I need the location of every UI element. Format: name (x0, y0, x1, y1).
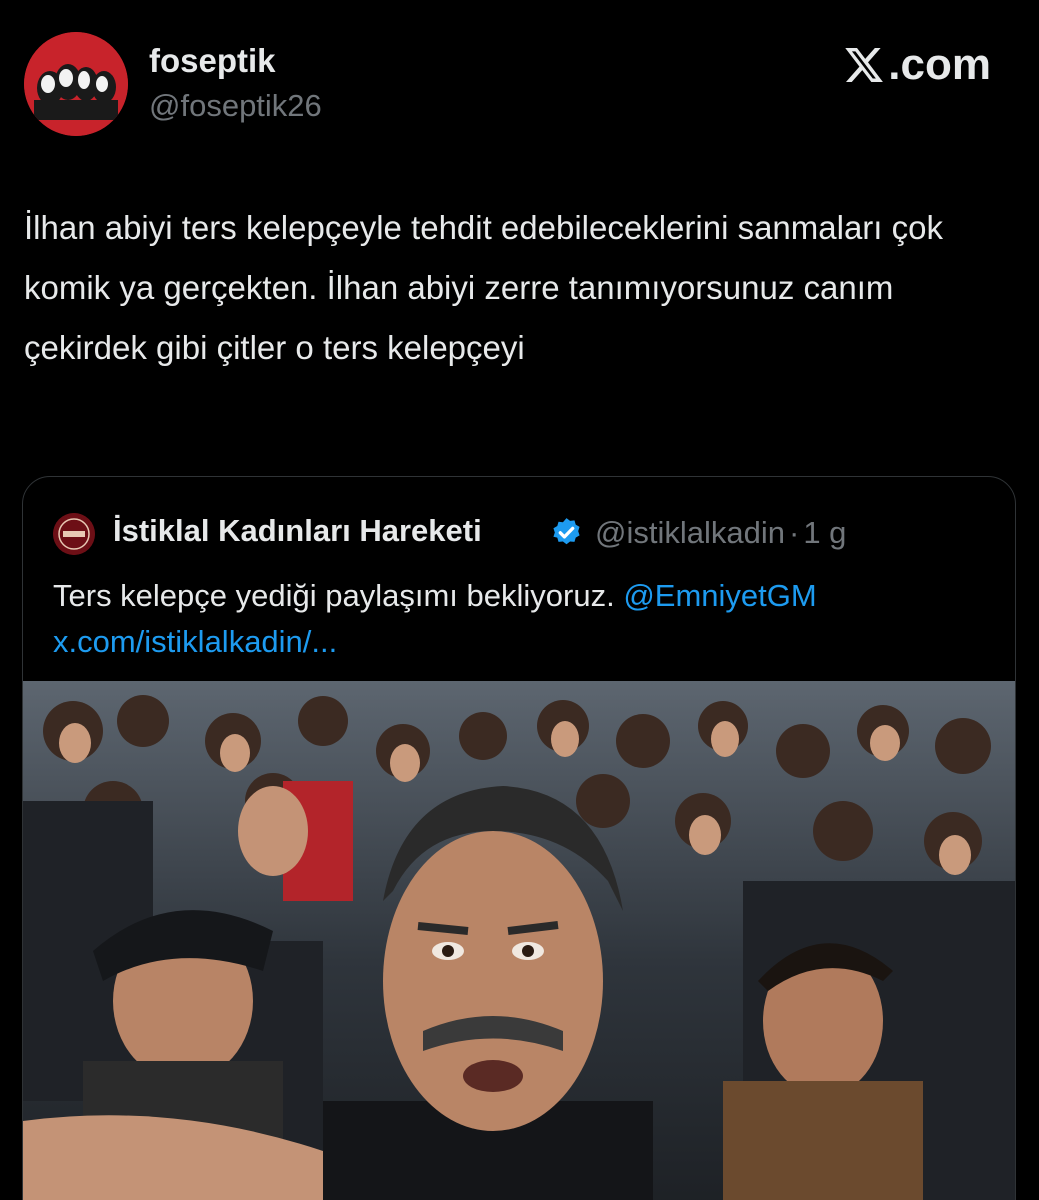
quoted-display-name[interactable]: İstiklal Kadınları Hareketi (113, 513, 482, 549)
site-logo-label: .com (888, 40, 991, 89)
quoted-author-avatar[interactable] (53, 513, 95, 555)
quoted-video-thumbnail[interactable] (23, 681, 1015, 1200)
author-avatar[interactable] (24, 32, 128, 136)
author-display-name[interactable]: foseptik (149, 42, 276, 80)
verified-badge-icon (553, 518, 580, 545)
url-link[interactable]: x.com/istiklalkadin/... (53, 624, 337, 659)
video-thumbnail-crowd (23, 681, 1015, 1200)
portraits-icon (24, 32, 128, 136)
quoted-tweet-card[interactable]: İstiklal Kadınları Hareketi @istiklalkad… (22, 476, 1016, 1200)
tweet-text: İlhan abiyi ters kelepçeyle tehdit edebi… (24, 209, 943, 366)
meta-separator: · (788, 515, 800, 550)
quoted-time[interactable]: 1 g (803, 515, 846, 550)
mention-link[interactable]: @EmniyetGM (623, 578, 816, 613)
screenshot: foseptik @foseptik26 .com İlhan abiyi te… (0, 0, 1039, 1200)
author-handle[interactable]: @foseptik26 (149, 88, 322, 124)
quoted-meta: @istiklalkadin · 1 g (595, 515, 850, 551)
quoted-text-block: Ters kelepçe yediği paylaşımı bekliyoruz… (53, 573, 1003, 665)
quoted-handle[interactable]: @istiklalkadin (595, 515, 785, 550)
x-com-logo: .com (842, 40, 991, 90)
x-logo-icon (845, 48, 884, 82)
quoted-text: Ters kelepçe yediği paylaşımı bekliyoruz… (53, 578, 615, 613)
logo-badge-icon (53, 513, 95, 555)
